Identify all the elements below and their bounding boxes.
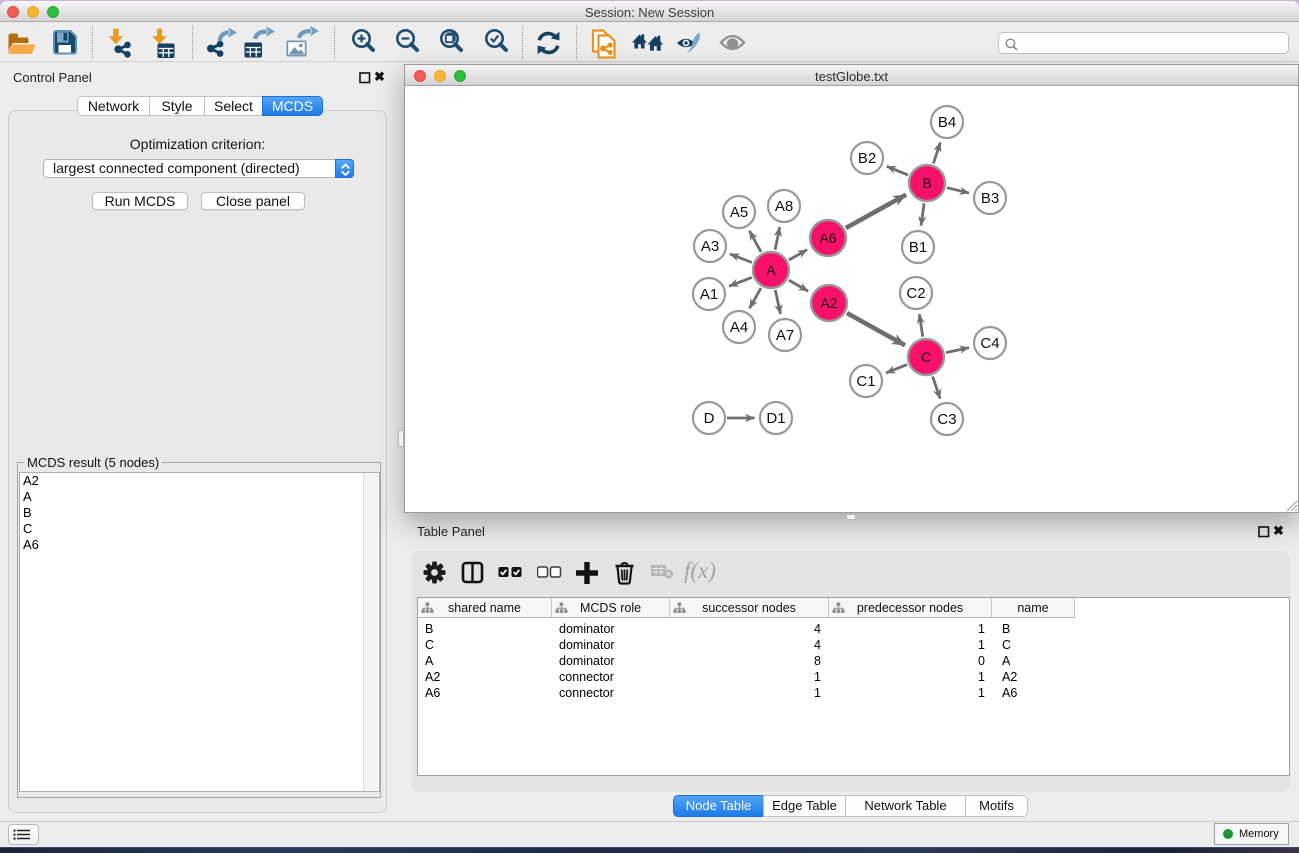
svg-text:C4: C4 — [980, 335, 999, 352]
svg-text:D: D — [704, 410, 715, 427]
svg-text:A: A — [766, 262, 776, 278]
svg-text:D1: D1 — [766, 410, 785, 427]
svg-text:A4: A4 — [730, 319, 748, 336]
svg-text:A3: A3 — [701, 238, 719, 255]
svg-text:C: C — [921, 349, 931, 365]
svg-text:C3: C3 — [937, 411, 956, 428]
svg-text:B4: B4 — [938, 114, 956, 131]
svg-text:A6: A6 — [819, 230, 836, 246]
svg-text:B: B — [922, 175, 931, 191]
svg-text:A8: A8 — [775, 198, 793, 215]
svg-text:B3: B3 — [981, 190, 999, 207]
svg-text:A7: A7 — [776, 327, 794, 344]
svg-text:B2: B2 — [858, 150, 876, 167]
svg-text:C1: C1 — [856, 373, 875, 390]
svg-text:A2: A2 — [820, 295, 837, 311]
svg-text:A5: A5 — [730, 204, 748, 221]
svg-text:C2: C2 — [906, 285, 925, 302]
svg-text:A1: A1 — [700, 286, 718, 303]
svg-text:B1: B1 — [909, 239, 927, 256]
